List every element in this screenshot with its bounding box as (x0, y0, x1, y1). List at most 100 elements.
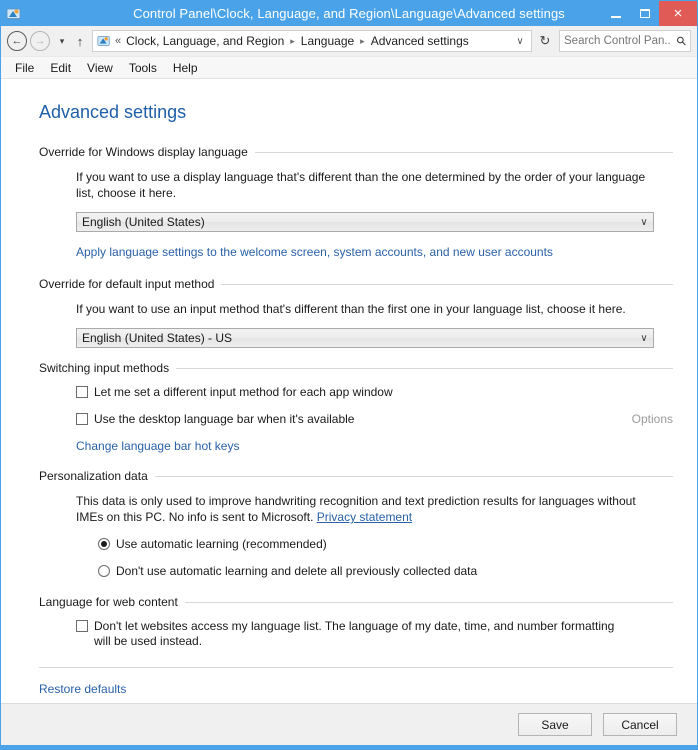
menu-item-help[interactable]: Help (165, 59, 206, 77)
input-method-description: If you want to use an input method that'… (76, 302, 626, 316)
radio-dont-use-automatic-learning[interactable] (98, 565, 110, 577)
language-bar-options-button[interactable]: Options (632, 412, 673, 426)
input-method-value: English (United States) - US (82, 331, 233, 345)
breadcrumb-item-clock-language-region[interactable]: Clock, Language, and Region (125, 34, 285, 48)
radio-use-automatic-learning[interactable] (98, 538, 110, 550)
display-language-combobox[interactable]: English (United States) ∨ (76, 212, 654, 232)
checkbox-label: Let me set a different input method for … (94, 385, 393, 399)
refresh-icon: ↻ (539, 33, 551, 48)
forward-arrow-icon: → (34, 35, 46, 47)
breadcrumb-overflow-icon[interactable]: « (115, 35, 121, 47)
page-title: Advanced settings (39, 102, 187, 122)
menu-item-edit[interactable]: Edit (42, 59, 79, 77)
checkbox-row-language-bar[interactable]: Use the desktop language bar when it's a… (76, 412, 673, 427)
back-button[interactable]: ← (7, 31, 27, 51)
section-rule (254, 151, 673, 153)
arrow-up-icon: ↑ (76, 33, 84, 49)
breadcrumb-item-language[interactable]: Language (300, 34, 355, 48)
section-personalization-data: Personalization data This data is only u… (39, 469, 673, 579)
section-switching-input-methods: Switching input methods Let me set a dif… (39, 361, 673, 453)
section-body-switching: Let me set a different input method for … (39, 385, 673, 453)
maximize-icon (639, 9, 650, 18)
minimize-button[interactable] (601, 1, 630, 26)
radio-row-no-automatic-learning[interactable]: Don't use automatic learning and delete … (76, 564, 673, 579)
menu-item-view[interactable]: View (79, 59, 121, 77)
section-input-method: Override for default input method If you… (39, 277, 673, 348)
breadcrumb-item-advanced-settings[interactable]: Advanced settings (370, 34, 470, 48)
section-body-display-language: If you want to use a display language th… (39, 169, 673, 259)
section-display-language: Override for Windows display language If… (39, 145, 673, 259)
section-rule (176, 367, 673, 369)
checkbox-row-block-websites[interactable]: Don't let websites access my language li… (76, 619, 673, 649)
checkbox-use-desktop-language-bar[interactable] (76, 413, 88, 425)
navigation-bar: ← → ▾ ↑ « Clock, Language, and Region ▸ … (1, 26, 697, 57)
checkbox-different-input-method-per-app-window[interactable] (76, 386, 88, 398)
minimize-icon (610, 15, 621, 18)
address-bar[interactable]: « Clock, Language, and Region ▸ Language… (92, 30, 532, 52)
personalization-description: This data is only used to improve handwr… (76, 493, 654, 525)
section-header-label: Switching input methods (39, 361, 170, 375)
maximize-button[interactable] (630, 1, 659, 26)
display-language-description: If you want to use a display language th… (76, 170, 646, 200)
checkbox-dont-let-websites-access-language-list[interactable] (76, 620, 88, 632)
cancel-button[interactable]: Cancel (603, 713, 677, 736)
checkbox-label: Use the desktop language bar when it's a… (94, 412, 355, 426)
recent-locations-button[interactable]: ▾ (55, 36, 69, 47)
search-input[interactable] (564, 35, 670, 47)
close-icon: × (673, 5, 683, 22)
menu-bar: File Edit View Tools Help (1, 57, 697, 79)
settings-content: Advanced settings Override for Windows d… (1, 79, 697, 703)
address-dropdown-icon[interactable]: ∨ (511, 36, 529, 47)
chevron-down-icon: ▾ (59, 35, 65, 46)
window-controls: × (601, 1, 697, 26)
control-panel-window: Control Panel\Clock, Language, and Regio… (0, 0, 698, 750)
display-language-value: English (United States) (82, 215, 205, 229)
checkbox-row-app-window[interactable]: Let me set a different input method for … (76, 385, 673, 400)
section-header-label: Language for web content (39, 595, 178, 609)
restore-defaults-link[interactable]: Restore defaults (39, 682, 126, 696)
change-language-bar-hotkeys-link[interactable]: Change language bar hot keys (76, 439, 239, 453)
menu-item-file[interactable]: File (7, 59, 42, 77)
status-strip (1, 745, 697, 749)
radio-label: Don't use automatic learning and delete … (116, 564, 478, 578)
radio-label: Use automatic learning (recommended) (116, 537, 327, 551)
breadcrumb-chevron-icon-2[interactable]: ▸ (360, 36, 365, 47)
back-arrow-icon: ← (11, 35, 23, 47)
section-header-switching: Switching input methods (39, 361, 673, 375)
save-button[interactable]: Save (518, 713, 592, 736)
up-button[interactable]: ↑ (71, 34, 89, 49)
search-box[interactable]: ⚲ (559, 30, 691, 52)
title-bar[interactable]: Control Panel\Clock, Language, and Regio… (1, 1, 697, 26)
content-divider (39, 667, 673, 668)
section-rule (221, 283, 673, 285)
radio-row-automatic-learning[interactable]: Use automatic learning (recommended) (76, 537, 673, 552)
section-header-label: Personalization data (39, 469, 148, 483)
section-language-web-content: Language for web content Don't let websi… (39, 595, 673, 649)
control-panel-icon (6, 6, 22, 22)
section-header-label: Override for Windows display language (39, 145, 248, 159)
chevron-down-icon: ∨ (640, 332, 648, 344)
menu-item-tools[interactable]: Tools (121, 59, 165, 77)
section-header-web-content: Language for web content (39, 595, 673, 609)
dialog-button-bar: Save Cancel (1, 703, 697, 745)
section-body-web-content: Don't let websites access my language li… (39, 619, 673, 649)
section-rule (184, 601, 673, 603)
section-body-input-method: If you want to use an input method that'… (39, 301, 673, 348)
breadcrumb-chevron-icon-1[interactable]: ▸ (290, 36, 295, 47)
section-header-personalization: Personalization data (39, 469, 673, 483)
close-button[interactable]: × (659, 1, 697, 26)
chevron-down-icon: ∨ (640, 216, 648, 228)
section-header-label: Override for default input method (39, 277, 215, 291)
section-header-display-language: Override for Windows display language (39, 145, 673, 159)
input-method-combobox[interactable]: English (United States) - US ∨ (76, 328, 654, 348)
section-body-personalization: This data is only used to improve handwr… (39, 493, 673, 579)
privacy-statement-link[interactable]: Privacy statement (317, 510, 412, 524)
checkbox-label: Don't let websites access my language li… (94, 619, 615, 648)
refresh-button[interactable]: ↻ (534, 30, 556, 52)
window-title: Control Panel\Clock, Language, and Regio… (133, 6, 565, 21)
address-control-panel-icon (97, 34, 111, 48)
apply-language-settings-link[interactable]: Apply language settings to the welcome s… (76, 245, 553, 259)
section-rule (154, 475, 673, 477)
section-header-input-method: Override for default input method (39, 277, 673, 291)
forward-button[interactable]: → (30, 31, 50, 51)
